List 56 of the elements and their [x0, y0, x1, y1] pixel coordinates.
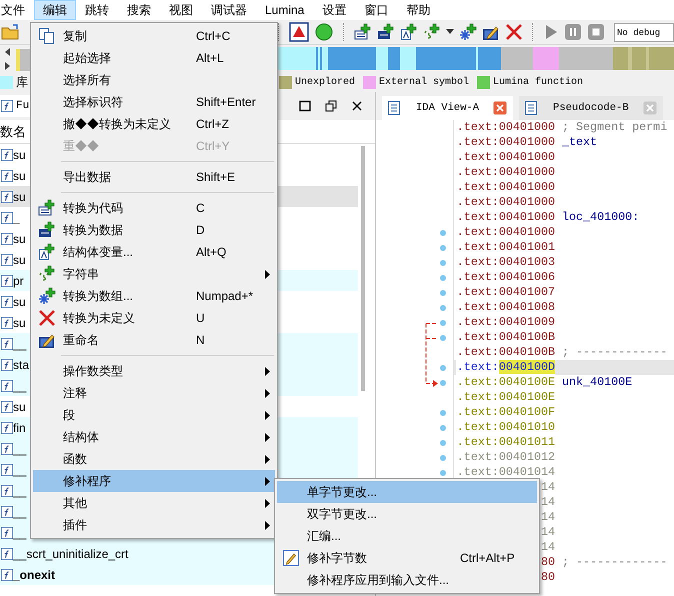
shortcut-text: C — [196, 201, 205, 215]
line-address: .text:00401011 — [456, 435, 555, 450]
code-label: unk_40100E — [562, 375, 632, 390]
function-name: su — [13, 316, 26, 330]
shortcut-text: Shift+Enter — [196, 95, 256, 109]
shortcut-text: Numpad+* — [196, 289, 254, 303]
shortcut-text: Ctrl+C — [196, 29, 230, 43]
line-address: 14 — [540, 495, 555, 510]
line-address: .text:0040100E — [456, 390, 555, 405]
function-name: su — [13, 190, 26, 204]
legend-label: External symbol — [379, 76, 470, 88]
function-name: su — [13, 168, 26, 182]
function-name: __ — [13, 462, 26, 476]
shortcut-text: U — [196, 311, 205, 325]
legend-label: Unexplored — [295, 76, 356, 88]
function-name: su — [13, 148, 26, 162]
code-comment: ; Segment permi — [562, 120, 668, 135]
line-address: 14 — [540, 525, 555, 540]
function-name: su — [13, 294, 26, 308]
shortcut-text: N — [196, 333, 205, 347]
line-address: .text:0040100F — [456, 405, 555, 420]
code-label: _text — [562, 135, 598, 150]
function-name: __ — [13, 378, 26, 392]
function-name: _onexit — [13, 568, 56, 582]
shortcut-text: Alt+L — [196, 51, 224, 65]
shortcut-text: Shift+E — [196, 170, 236, 184]
line-address: .text:00401010 — [456, 420, 555, 435]
shortcut-text: Ctrl+Y — [196, 139, 230, 153]
line-address: 14 — [540, 510, 555, 525]
function-name: su — [13, 400, 26, 414]
code-comment: ; ------------- — [562, 555, 668, 570]
line-address: .text:0040100D — [456, 360, 555, 375]
shortcut-text: Alt+Q — [196, 245, 226, 259]
function-name: sta — [13, 358, 30, 372]
function-name: su — [13, 232, 26, 246]
line-address: 14 — [540, 480, 555, 495]
code-label: loc_401000: — [562, 210, 640, 225]
shortcut-text: Ctrl+Z — [196, 117, 229, 131]
function-name: pr — [13, 274, 24, 288]
function-name: __scrt_uninitialize_crt — [13, 546, 128, 560]
line-address: .text:00401014 — [456, 465, 555, 480]
legend-label: Lumina function — [493, 76, 584, 88]
function-name: _ — [13, 210, 20, 224]
function-name: __ — [13, 504, 26, 518]
shortcut-text: D — [196, 223, 205, 237]
function-name: __ — [13, 526, 26, 540]
function-name: __ — [13, 336, 26, 350]
function-name: __ — [13, 484, 26, 498]
line-address: .text:00401012 — [456, 450, 555, 465]
code-comment: ; ------------- — [562, 345, 668, 360]
legend-label: 库 — [16, 74, 28, 90]
line-address: .text:0040100E — [456, 375, 555, 390]
line-address: 14 — [540, 540, 555, 555]
function-name: fin — [13, 420, 26, 434]
function-name: su — [13, 252, 26, 266]
function-name: __ — [13, 442, 26, 456]
